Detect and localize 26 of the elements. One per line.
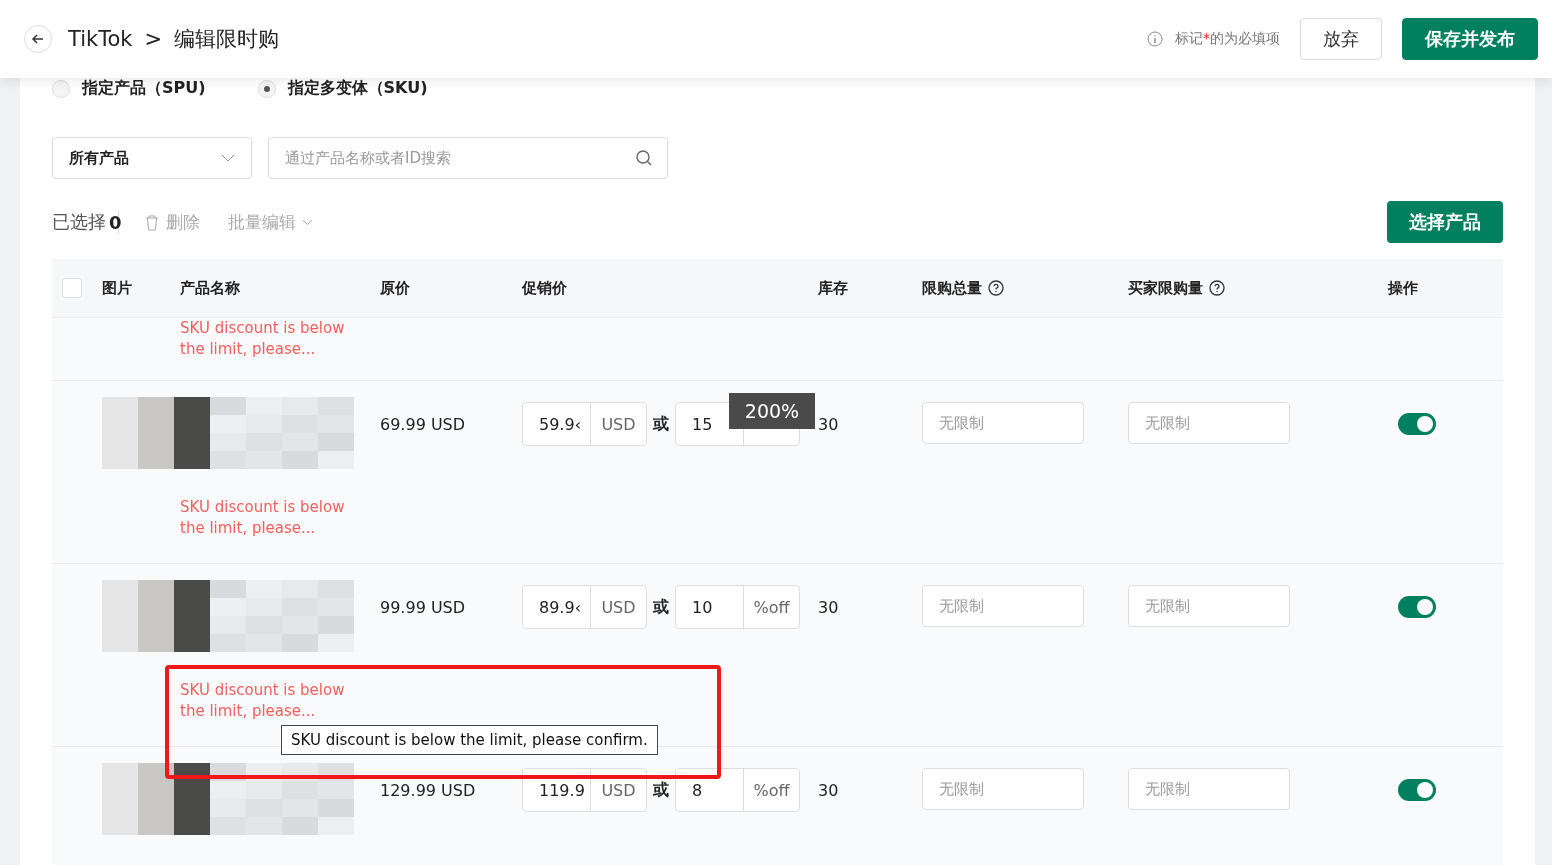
selected-count: 0 (109, 211, 122, 233)
stock-cell-text: 30 (818, 598, 840, 617)
stock-cell-text: 30 (818, 415, 840, 434)
or-label: 或 (653, 596, 669, 618)
zoom-tooltip: 200% (729, 393, 815, 429)
error-message: SKU discount is below the limit, please... (180, 680, 346, 722)
error-tooltip: SKU discount is below the limit, please confirm. (281, 725, 658, 755)
column-header: 操作 (1388, 278, 1419, 298)
or-label: 或 (653, 779, 669, 801)
original-price: 69.99 USD (380, 415, 467, 434)
original-price: 129.99 USD (380, 781, 477, 800)
column-header: 库存 (818, 278, 849, 298)
column-header: 产品名称 (180, 278, 241, 298)
column-header: 原价 (380, 278, 411, 298)
breadcrumb-separator: > (144, 27, 163, 51)
or-label: 或 (653, 413, 669, 435)
error-message: SKU discount is below the limit, please... (180, 318, 346, 360)
stock-cell-text: 30 (818, 781, 840, 800)
original-price: 99.99 USD (380, 598, 467, 617)
error-message: SKU discount is below the limit, please... (180, 497, 346, 539)
column-header: 图片 (102, 278, 133, 298)
required-note: 标记*的为必填项 (1175, 30, 1280, 48)
page-title: 编辑限时购 (174, 26, 280, 53)
column-header: 限购总量 (922, 278, 1128, 298)
column-header: 促销价 (522, 278, 568, 298)
column-header: 买家限购量 (1128, 278, 1388, 298)
